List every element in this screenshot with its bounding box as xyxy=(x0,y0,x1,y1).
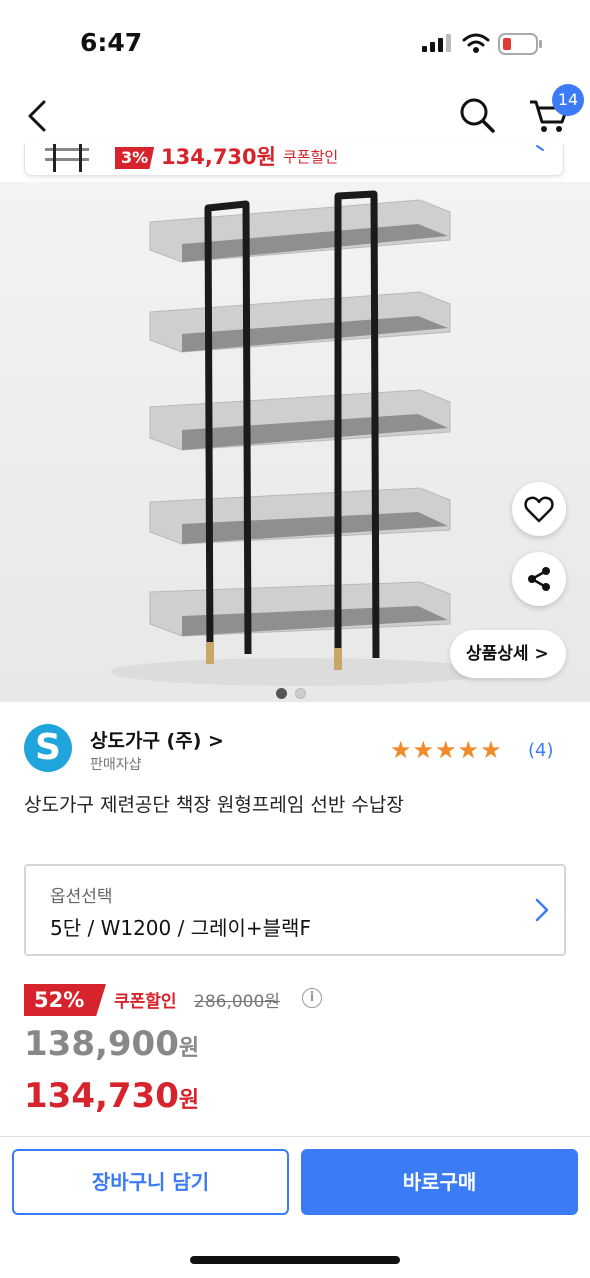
top-nav xyxy=(0,88,590,144)
product-thumbnail xyxy=(45,144,89,172)
status-bar: 6:47 xyxy=(0,0,590,88)
product-title: 상도가구 제련공단 책장 원형프레임 선반 수납장 xyxy=(24,794,404,816)
search-icon[interactable] xyxy=(456,94,498,136)
gallery-dot-active[interactable] xyxy=(276,688,287,699)
seller-row: S 상도가구 (주) > 판매자샵 ★★★★★ (4) xyxy=(0,712,590,782)
buy-now-button[interactable]: 바로구매 xyxy=(301,1149,578,1215)
mini-discount-badge: 3% xyxy=(115,147,155,169)
discount-badge: 52% xyxy=(24,984,106,1016)
bookshelf-illustration xyxy=(110,190,490,686)
cart-count-badge: 14 xyxy=(552,84,584,116)
sticky-price-bar[interactable]: 3% 134,730원 쿠폰할인 xyxy=(24,144,564,176)
status-time: 6:47 xyxy=(80,28,143,57)
option-label: 옵션선택 xyxy=(50,887,113,907)
favorite-button[interactable] xyxy=(512,482,566,536)
product-image[interactable]: 상품상세 > xyxy=(0,182,590,702)
coupon-price-unit: 원 xyxy=(178,1088,200,1113)
coupon-price: 134,730원 xyxy=(24,1076,199,1116)
option-value: 5단 / W1200 / 그레이+블랙F xyxy=(50,916,311,940)
add-to-cart-button[interactable]: 장바구니 담기 xyxy=(12,1149,289,1215)
rating-stars: ★★★★★ xyxy=(390,736,503,764)
mini-coupon-label: 쿠폰할인 xyxy=(283,148,339,166)
heart-icon xyxy=(524,496,554,523)
sale-price-unit: 원 xyxy=(178,1036,200,1061)
coupon-label: 쿠폰할인 xyxy=(114,992,177,1012)
gallery-pagination xyxy=(276,684,314,702)
battery-low-icon xyxy=(498,33,542,55)
chevron-right-icon xyxy=(536,145,544,151)
wifi-icon xyxy=(462,33,490,53)
product-detail-button[interactable]: 상품상세 > xyxy=(450,630,566,678)
gallery-dot[interactable] xyxy=(295,688,306,699)
option-selector[interactable]: 옵션선택 5단 / W1200 / 그레이+블랙F xyxy=(24,864,566,956)
coupon-price-amount: 134,730 xyxy=(24,1076,179,1116)
seller-type: 판매자샵 xyxy=(90,757,142,773)
original-price: 286,000원 xyxy=(194,992,280,1012)
share-button[interactable] xyxy=(512,552,566,606)
review-count-link[interactable]: (4) xyxy=(528,740,554,761)
sale-price-amount: 138,900 xyxy=(24,1024,179,1064)
home-indicator[interactable] xyxy=(190,1256,400,1264)
share-icon xyxy=(528,567,550,591)
signal-icon xyxy=(422,34,451,52)
mini-price: 134,730원 xyxy=(161,145,276,169)
sale-price: 138,900원 xyxy=(24,1024,199,1064)
chevron-right-icon xyxy=(535,898,549,922)
seller-name-link[interactable]: 상도가구 (주) > xyxy=(90,726,224,753)
seller-logo[interactable]: S xyxy=(24,724,72,772)
back-icon[interactable] xyxy=(20,96,56,136)
info-icon[interactable]: i xyxy=(302,988,322,1008)
